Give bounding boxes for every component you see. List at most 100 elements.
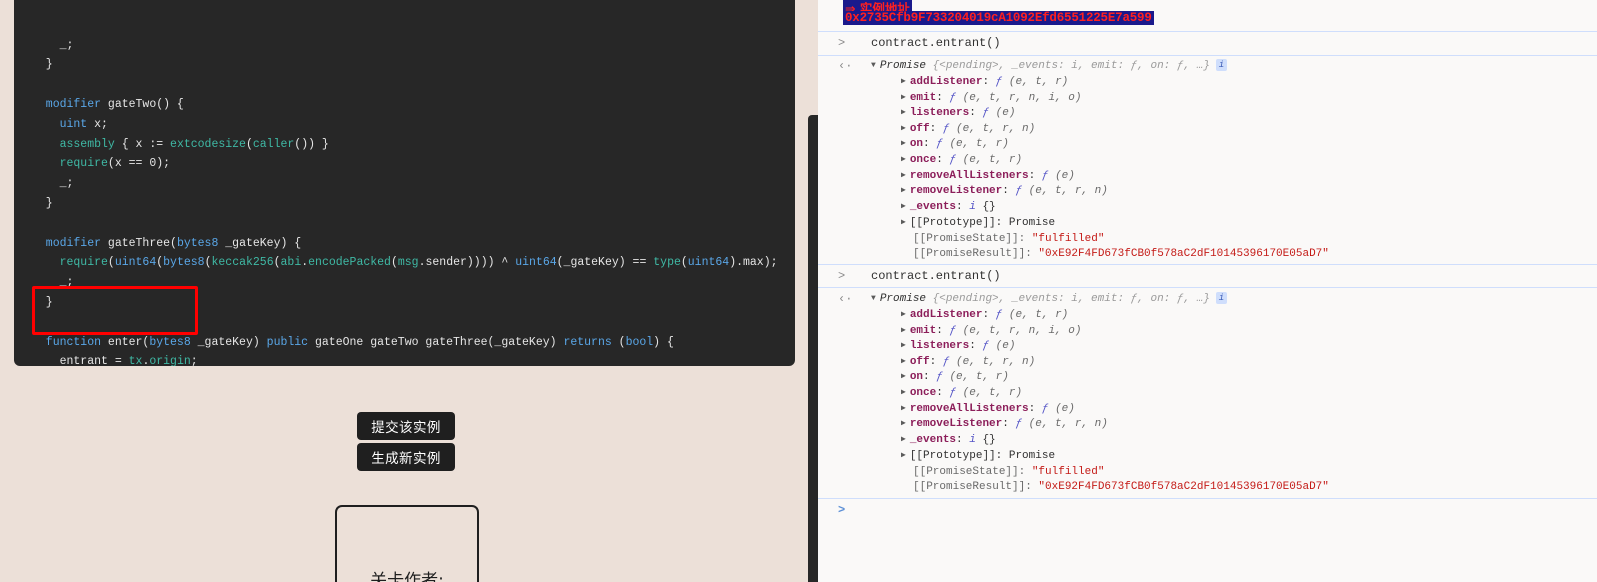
new-instance-label: 生成新实例 [371, 451, 441, 467]
code-lines-container: _; } modifier gateTwo() { uint x; assemb… [14, 36, 795, 366]
disclosure-triangle-closed-icon[interactable]: ▶ [901, 387, 906, 397]
code-token: bool [625, 335, 654, 349]
promise-result-value: "0xE92F4FD673fCB0f578aC2dF10145396170E05… [1038, 481, 1329, 493]
disclosure-triangle-closed-icon[interactable]: ▶ [901, 185, 906, 195]
code-token: ( [273, 256, 281, 270]
code-token: ( [390, 256, 398, 270]
output-marker-icon[interactable]: ‹· [838, 59, 852, 73]
function-glyph-icon: ƒ [936, 371, 950, 384]
output-marker-icon[interactable]: ‹· [838, 292, 852, 306]
promise-property[interactable]: ▶ addListener: ƒ (e, t, r) [901, 76, 1068, 88]
property-key: once [909, 154, 937, 166]
function-glyph-icon: ƒ [1041, 169, 1056, 182]
disclosure-triangle-closed-icon[interactable]: ▶ [901, 371, 906, 381]
disclosure-triangle-open-icon[interactable]: ▼ [871, 294, 876, 303]
property-separator: : [969, 340, 983, 353]
code-token: require [32, 157, 108, 171]
promise-property[interactable]: ▶ off: ƒ (e, t, r, n) [901, 123, 1035, 135]
info-badge-icon[interactable]: i [1215, 292, 1227, 304]
function-arguments: (e, t, r) [1008, 309, 1069, 321]
disclosure-triangle-closed-icon[interactable]: ▶ [901, 309, 906, 319]
disclosure-triangle-closed-icon[interactable]: ▶ [901, 325, 906, 335]
promise-property[interactable]: ▶ on: ƒ (e, t, r) [901, 138, 1009, 150]
promise-property[interactable]: ▶ removeAllListeners: ƒ (e) [901, 403, 1075, 415]
promise-property[interactable]: ▶ once: ƒ (e, t, r) [901, 154, 1022, 166]
property-key: addListener [909, 76, 983, 88]
promise-property[interactable]: ▶ listeners: ƒ (e) [901, 340, 1015, 352]
disclosure-triangle-closed-icon[interactable]: ▶ [901, 340, 906, 350]
promise-result-entry: [[PromiseResult]]: "0xE92F4FD673fCB0f578… [913, 248, 1329, 260]
promise-header[interactable]: ▼ Promise {<pending>, _events: i, emit: ƒ… [871, 59, 1227, 72]
new-instance-button[interactable]: 生成新实例 [357, 443, 455, 471]
disclosure-triangle-closed-icon[interactable]: ▶ [901, 92, 906, 102]
level-author-label: 关卡作者: [370, 571, 444, 582]
promise-state-entry: [[PromiseState]]: "fulfilled" [913, 233, 1104, 245]
property-key: off [909, 355, 930, 368]
promise-property[interactable]: ▶ removeAllListeners: ƒ (e) [901, 170, 1075, 182]
level-author-box: 关卡作者: [335, 505, 479, 582]
console-command-text[interactable]: contract.entrant() [871, 36, 1001, 50]
promise-result-key: [[PromiseResult]]: [913, 248, 1039, 260]
disclosure-triangle-closed-icon[interactable]: ▶ [901, 434, 906, 444]
promise-property[interactable]: ▶ on: ƒ (e, t, r) [901, 371, 1009, 383]
disclosure-triangle-closed-icon[interactable]: ▶ [901, 418, 906, 428]
promise-property[interactable]: ▶ removeListener: ƒ (e, t, r, n) [901, 185, 1108, 197]
input-marker-icon[interactable]: > [838, 269, 845, 283]
promise-state-key: [[PromiseState]]: [913, 233, 1032, 245]
code-token: ) { [653, 335, 674, 349]
promise-property[interactable]: ▶ emit: ƒ (e, t, r, n, i, o) [901, 325, 1081, 337]
function-glyph-icon: ƒ [942, 355, 957, 368]
input-marker-icon[interactable]: > [838, 36, 845, 50]
code-line: } [32, 293, 795, 313]
code-token: _gateKey) { [218, 236, 302, 250]
disclosure-triangle-closed-icon[interactable]: ▶ [901, 170, 906, 180]
object-constructor-glyph: i [969, 433, 983, 446]
disclosure-triangle-open-icon[interactable]: ▼ [871, 61, 876, 70]
disclosure-triangle-closed-icon[interactable]: ▶ [901, 76, 906, 86]
pane-divider[interactable] [808, 115, 818, 582]
function-arguments: (e) [1055, 402, 1075, 415]
promise-property[interactable]: ▶ _events: i {} [901, 434, 996, 446]
promise-property[interactable]: ▶ _events: i {} [901, 201, 996, 213]
promise-property[interactable]: ▶ off: ƒ (e, t, r, n) [901, 356, 1035, 368]
code-token: encodePacked [308, 256, 391, 270]
console-command-text[interactable]: contract.entrant() [871, 269, 1001, 283]
prompt-caret-icon[interactable]: > [838, 503, 845, 517]
prototype-entry[interactable]: ▶ [[Prototype]]: Promise [901, 450, 1055, 462]
disclosure-triangle-closed-icon[interactable]: ▶ [901, 356, 906, 366]
promise-property[interactable]: ▶ listeners: ƒ (e) [901, 107, 1015, 119]
devtools-console-pane[interactable]: > contract.entrant() ‹· ▼ Promise {<pending>… [818, 0, 1597, 582]
function-arguments: (e, t, r, n) [956, 122, 1036, 135]
promise-property[interactable]: ▶ once: ƒ (e, t, r) [901, 387, 1022, 399]
code-token: gateTwo() { [101, 97, 184, 111]
property-key: removeAllListeners [909, 402, 1029, 415]
disclosure-triangle-closed-icon[interactable]: ▶ [901, 403, 906, 413]
promise-property[interactable]: ▶ addListener: ƒ (e, t, r) [901, 309, 1068, 321]
code-token: _; [32, 276, 74, 290]
code-token: ( [680, 256, 688, 270]
disclosure-triangle-closed-icon[interactable]: ▶ [901, 154, 906, 164]
instance-address-value[interactable]: 0x2735Cfb9F733204019cA1092Efd6551225E7a5… [843, 11, 1154, 25]
disclosure-triangle-closed-icon[interactable]: ▶ [901, 450, 906, 460]
property-separator: : [1002, 418, 1016, 431]
property-separator: : [969, 107, 983, 120]
promise-property[interactable]: ▶ emit: ƒ (e, t, r, n, i, o) [901, 92, 1081, 104]
function-arguments: (e, t, r) [949, 138, 1009, 151]
code-line: modifier gateTwo() { [32, 95, 795, 115]
function-arguments: (e, t, r, n, i, o) [962, 91, 1082, 104]
promise-property[interactable]: ▶ removeListener: ƒ (e, t, r, n) [901, 418, 1108, 430]
disclosure-triangle-closed-icon[interactable]: ▶ [901, 138, 906, 148]
code-line: _; [32, 174, 795, 194]
disclosure-triangle-closed-icon[interactable]: ▶ [901, 201, 906, 211]
disclosure-triangle-closed-icon[interactable]: ▶ [901, 217, 906, 227]
promise-header[interactable]: ▼ Promise {<pending>, _events: i, emit: ƒ… [871, 292, 1227, 305]
disclosure-triangle-closed-icon[interactable]: ▶ [901, 123, 906, 133]
object-value: {} [982, 200, 996, 213]
submit-instance-button[interactable]: 提交该实例 [357, 412, 455, 440]
console-row-separator [818, 287, 1597, 288]
disclosure-triangle-closed-icon[interactable]: ▶ [901, 107, 906, 117]
code-line: assembly { x := extcodesize(caller()) } [32, 135, 795, 155]
function-glyph-icon: ƒ [995, 309, 1009, 321]
prototype-entry[interactable]: ▶ [[Prototype]]: Promise [901, 217, 1055, 229]
info-badge-icon[interactable]: i [1215, 59, 1227, 71]
